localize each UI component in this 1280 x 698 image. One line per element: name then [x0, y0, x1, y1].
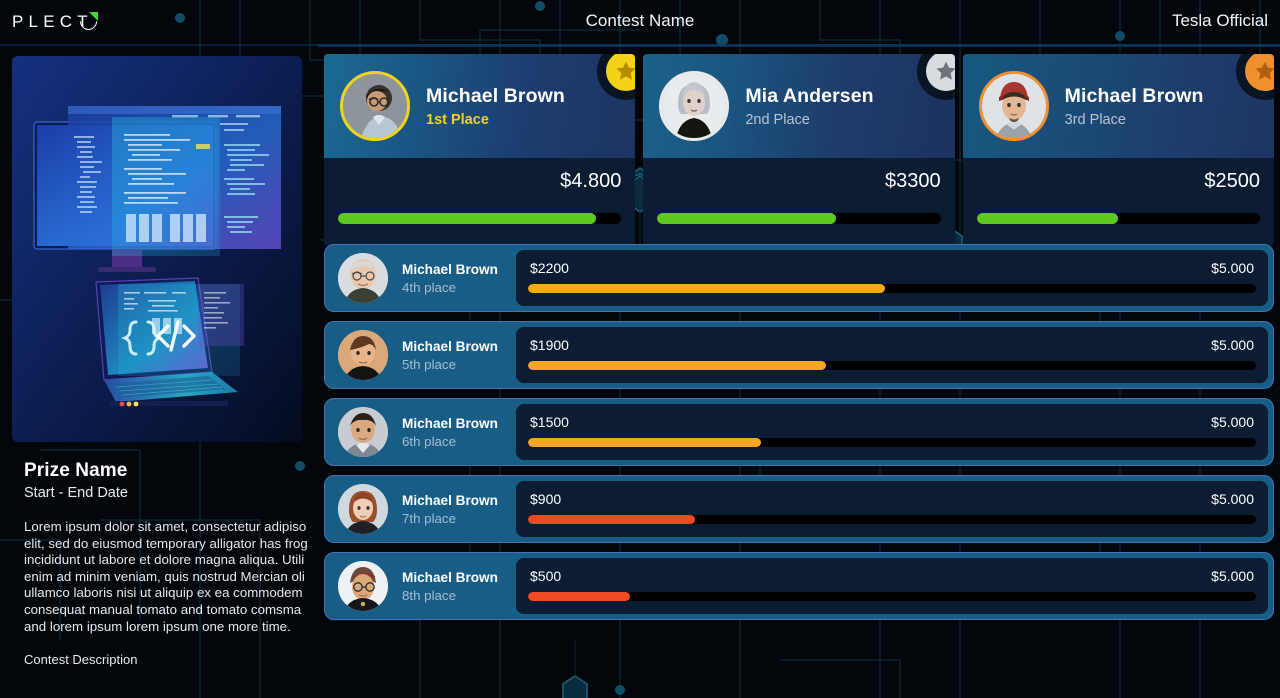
row-value: $900	[530, 491, 562, 507]
row-value: $1500	[530, 414, 569, 430]
row-user: Michael Brown 4th place	[330, 253, 516, 303]
row-target: $5.000	[1211, 414, 1254, 430]
avatar	[338, 407, 388, 457]
row-progress-bar	[528, 361, 1256, 370]
prize-date-range: Start - End Date	[24, 485, 128, 501]
podium-progress-bar	[338, 213, 622, 224]
podium-header-rank-3: Michael Brown 3rd Place	[962, 54, 1274, 158]
prize-name: Prize Name	[24, 460, 128, 481]
row-place: 4th place	[402, 279, 456, 295]
row-text: Michael Brown 6th place	[402, 416, 498, 449]
table-row[interactable]: Michael Brown 6th place $1500 $5.000	[324, 398, 1274, 466]
table-row[interactable]: Michael Brown 8th place $500 $5.000	[324, 552, 1274, 620]
table-row[interactable]: Michael Brown 5th place $1900 $5.000	[324, 321, 1274, 389]
row-value: $2200	[530, 260, 569, 276]
row-value: $1900	[530, 337, 569, 353]
podium-place: 1st Place	[426, 111, 489, 128]
podium-score-rank-1: $4.800	[324, 158, 636, 246]
row-text: Michael Brown 5th place	[402, 339, 498, 372]
bronze-star-icon	[1235, 54, 1274, 100]
avatar	[659, 71, 730, 141]
leaderboard-content: Michael Brown 1st Place $4.800 Mia Ander…	[318, 44, 1280, 698]
podium-amount: $4.800	[560, 170, 622, 192]
contest-description-label: Contest Description	[24, 652, 138, 668]
top-header-bar: PLECT Contest Name Tesla Official	[0, 0, 1280, 44]
row-name: Michael Brown	[402, 338, 498, 354]
podium-place: 2nd Place	[745, 111, 810, 128]
podium-amount: $2500	[1204, 170, 1260, 192]
podium-text-rank-2: Mia Andersen 2nd Place	[745, 85, 873, 128]
row-user: Michael Brown 8th place	[330, 561, 516, 611]
podium-name: Mia Andersen	[745, 84, 874, 107]
leaderboard-rows: Michael Brown 4th place $2200 $5.000 Mic…	[318, 236, 1280, 620]
podium-name: Michael Brown	[1064, 84, 1204, 107]
row-place: 8th place	[402, 587, 456, 603]
podium-progress-bar	[976, 213, 1260, 224]
row-user: Michael Brown 5th place	[330, 330, 516, 380]
row-target: $5.000	[1211, 260, 1254, 276]
podium-amount: $3300	[885, 170, 941, 192]
row-place: 7th place	[402, 510, 456, 526]
avatar	[338, 330, 388, 380]
podium-top-three: Michael Brown 1st Place $4.800 Mia Ander…	[318, 44, 1280, 246]
row-text: Michael Brown 8th place	[402, 570, 498, 603]
avatar	[338, 253, 388, 303]
prize-description: Lorem ipsum dolor sit amet, consectetur …	[24, 519, 308, 634]
podium-text-rank-3: Michael Brown 3rd Place	[1065, 85, 1204, 128]
row-name: Michael Brown	[402, 415, 498, 431]
avatar	[978, 71, 1049, 141]
avatar	[340, 71, 410, 141]
row-metric: $1500 $5.000	[516, 404, 1268, 460]
row-target: $5.000	[1211, 568, 1254, 584]
silver-star-icon	[916, 54, 955, 100]
podium-card-rank-3[interactable]: Michael Brown 3rd Place $2500	[962, 54, 1274, 246]
table-row[interactable]: Michael Brown 7th place $900 $5.000	[324, 475, 1274, 543]
row-metric: $1900 $5.000	[516, 327, 1268, 383]
table-row[interactable]: Michael Brown 4th place $2200 $5.000	[324, 244, 1274, 312]
podium-name: Michael Brown	[426, 84, 565, 107]
podium-card-rank-1[interactable]: Michael Brown 1st Place $4.800	[324, 54, 636, 246]
row-target: $5.000	[1211, 337, 1254, 353]
row-progress-bar	[528, 284, 1256, 293]
row-text: Michael Brown 7th place	[402, 493, 498, 526]
row-place: 5th place	[402, 356, 456, 372]
row-progress-bar	[528, 515, 1256, 524]
podium-progress-bar	[657, 213, 941, 224]
avatar	[338, 484, 388, 534]
contest-title: Contest Name	[585, 11, 695, 30]
row-metric: $2200 $5.000	[516, 250, 1268, 306]
row-target: $5.000	[1211, 491, 1254, 507]
prize-details: Prize Name Start - End Date Lorem ipsum …	[12, 442, 308, 668]
podium-card-rank-2[interactable]: Mia Andersen 2nd Place $3300	[643, 54, 955, 246]
row-user: Michael Brown 6th place	[330, 407, 516, 457]
row-metric: $500 $5.000	[516, 558, 1268, 614]
row-value: $500	[530, 568, 562, 584]
podium-score-rank-3: $2500	[962, 158, 1274, 246]
row-name: Michael Brown	[402, 261, 498, 277]
podium-header-rank-1: Michael Brown 1st Place	[324, 54, 636, 158]
account-name: Tesla Official	[1171, 11, 1268, 30]
row-progress-bar	[528, 438, 1256, 447]
gold-star-icon	[597, 54, 636, 100]
row-place: 6th place	[402, 433, 456, 449]
prize-sidebar: Prize Name Start - End Date Lorem ipsum …	[0, 44, 310, 698]
row-name: Michael Brown	[402, 492, 498, 508]
podium-place: 3rd Place	[1064, 111, 1126, 128]
row-text: Michael Brown 4th place	[402, 262, 498, 295]
row-name: Michael Brown	[402, 569, 498, 585]
avatar	[338, 561, 388, 611]
prize-image	[12, 56, 302, 442]
row-progress-bar	[528, 592, 1256, 601]
podium-header-rank-2: Mia Andersen 2nd Place	[643, 54, 955, 158]
podium-text-rank-1: Michael Brown 1st Place	[426, 85, 565, 128]
leaderboard-dashboard: PLECT Contest Name Tesla Official Prize …	[0, 0, 1280, 698]
row-metric: $900 $5.000	[516, 481, 1268, 537]
row-user: Michael Brown 7th place	[330, 484, 516, 534]
podium-score-rank-2: $3300	[643, 158, 955, 246]
